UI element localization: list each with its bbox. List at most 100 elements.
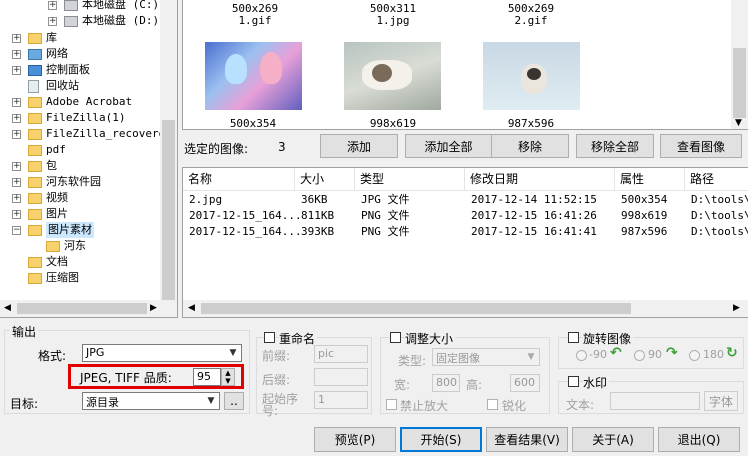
rotate-checkbox[interactable] — [568, 332, 579, 343]
tree-item[interactable]: + 本地磁盘 (D:) — [0, 13, 159, 29]
height-input[interactable]: 600 — [510, 374, 540, 392]
remove-all-button[interactable]: 移除全部 — [576, 134, 654, 158]
tree-item[interactable]: + Adobe Acrobat — [0, 94, 158, 110]
font-button[interactable]: 字体 — [704, 391, 738, 411]
watermark-checkbox[interactable] — [568, 376, 579, 387]
expand-icon[interactable]: + — [48, 17, 57, 26]
tree-item[interactable]: 回收站 — [0, 78, 158, 94]
expand-icon[interactable]: + — [12, 178, 21, 187]
scroll-right-icon[interactable]: ▶ — [733, 303, 740, 313]
start-number-input[interactable]: 1 — [314, 391, 368, 409]
expand-icon[interactable]: + — [12, 66, 21, 75]
scroll-left-icon[interactable]: ◀ — [188, 303, 195, 313]
table-row[interactable]: 2017-12-15_164... 811KB PNG 文件 2017-12-15 1… — [183, 208, 748, 224]
file-list[interactable]: 名称 大小 类型 修改日期 属性 路径 2.jpg 36KB JPG 文件 2017-… — [182, 167, 748, 318]
tree-item[interactable]: + 河东软件园 — [0, 174, 158, 190]
expand-icon[interactable]: + — [12, 114, 21, 123]
format-select[interactable]: JPG ▼ — [82, 344, 242, 362]
add-button[interactable]: 添加 — [320, 134, 398, 158]
tree-item[interactable]: + 网络 — [0, 46, 158, 62]
rotate-90-radio[interactable] — [634, 350, 645, 361]
preview-button[interactable]: 预览(P) — [314, 427, 396, 452]
expand-icon[interactable]: + — [12, 162, 21, 171]
table-row[interactable]: 2017-12-15_164... 393KB PNG 文件 2017-12-15 1… — [183, 224, 748, 240]
tree-item[interactable]: 压缩图 — [0, 270, 158, 286]
rotate-180-radio[interactable] — [689, 350, 700, 361]
column-header-type[interactable]: 类型 — [355, 168, 465, 190]
format-value: JPG — [86, 346, 105, 359]
expand-icon[interactable]: + — [12, 130, 21, 139]
filelist-hscrollbar[interactable]: ◀ ▶ — [183, 300, 748, 317]
tree-item[interactable]: 文档 — [0, 254, 158, 270]
tree-hscrollbar[interactable]: ◀ ▶ — [0, 300, 177, 317]
expand-icon[interactable]: + — [12, 98, 21, 107]
collapse-icon[interactable]: − — [12, 226, 21, 235]
start-button[interactable]: 开始(S) — [400, 427, 482, 452]
tree-item[interactable]: + 本地磁盘 (C:) — [0, 0, 159, 13]
rotate-minus90-radio[interactable] — [576, 350, 587, 361]
scroll-left-icon[interactable]: ◀ — [4, 303, 11, 313]
thumb-scroll-thumb[interactable] — [733, 48, 746, 118]
add-all-button[interactable]: 添加全部 — [405, 134, 492, 158]
view-image-button[interactable]: 查看图像 — [660, 134, 742, 158]
tree-item[interactable]: + FileZilla_recovered — [0, 126, 172, 142]
table-cell: 2017-12-15 16:41:26 — [471, 209, 597, 222]
thumbnail-dog[interactable] — [344, 42, 441, 110]
resize-checkbox[interactable] — [390, 332, 401, 343]
scroll-down-icon[interactable]: ▼ — [735, 118, 742, 128]
tree-item-label: 压缩图 — [46, 271, 79, 284]
stepper-up-icon[interactable]: ▲ — [222, 369, 234, 377]
tree-item[interactable]: 河东 — [0, 238, 158, 254]
tree-item[interactable]: + 包 — [0, 158, 158, 174]
expand-icon[interactable]: + — [12, 194, 21, 203]
folder-tree[interactable]: + 本地磁盘 (C:) + 本地磁盘 (D:) + 库 + 网络 + 控制面板 回收站 + Adobe … — [0, 0, 178, 318]
stepper-down-icon[interactable]: ▼ — [222, 377, 234, 385]
thumb-size: 500x354 — [229, 117, 277, 130]
remove-button[interactable]: 移除 — [491, 134, 569, 158]
browse-button[interactable]: .. — [224, 392, 244, 410]
column-header-attr[interactable]: 属性 — [615, 168, 685, 190]
thumb-name: 1.gif — [238, 14, 272, 27]
scroll-right-icon[interactable]: ▶ — [150, 303, 157, 313]
tree-item[interactable]: − 图片素材 — [0, 222, 158, 238]
about-button[interactable]: 关于(A) — [572, 427, 654, 452]
thumbnail-puppy[interactable] — [483, 42, 580, 110]
column-header-path[interactable]: 路径 — [685, 168, 748, 190]
tree-item[interactable]: + 图片 — [0, 206, 158, 222]
expand-icon[interactable]: + — [12, 210, 21, 219]
width-input[interactable]: 800 — [432, 374, 460, 392]
target-select[interactable]: 源目录 ▼ — [82, 392, 220, 410]
exit-button[interactable]: 退出(Q) — [658, 427, 740, 452]
filelist-hscroll-thumb[interactable] — [201, 303, 631, 314]
tree-item[interactable]: pdf — [0, 142, 158, 158]
tree-item[interactable]: + 库 — [0, 30, 158, 46]
quality-input[interactable]: 95 — [193, 368, 221, 386]
column-header-date[interactable]: 修改日期 — [465, 168, 615, 190]
thumbnail-pane[interactable]: 500x269 1.gif 500x311 1.jpg 500x269 2.gi… — [182, 0, 748, 130]
column-header-name[interactable]: 名称 — [183, 168, 295, 190]
tree-scroll-thumb[interactable] — [162, 120, 175, 300]
tree-scrollbar[interactable] — [160, 0, 177, 300]
view-results-button[interactable]: 查看结果(V) — [486, 427, 568, 452]
expand-icon[interactable]: + — [12, 50, 21, 59]
prefix-input[interactable]: pic — [314, 345, 368, 363]
suffix-input[interactable] — [314, 368, 368, 386]
quality-stepper[interactable]: ▲ ▼ — [221, 368, 235, 386]
tree-hscroll-thumb[interactable] — [17, 303, 147, 314]
sharpen-checkbox[interactable] — [487, 399, 498, 410]
resize-type-select[interactable]: 固定图像 ▼ — [432, 348, 540, 366]
table-row[interactable]: 2.jpg 36KB JPG 文件 2017-12-14 11:52:15 500x35… — [183, 192, 748, 208]
tree-item[interactable]: + FileZilla(1) — [0, 110, 158, 126]
column-header-size[interactable]: 大小 — [295, 168, 355, 190]
tree-item[interactable]: + 控制面板 — [0, 62, 158, 78]
expand-icon[interactable]: + — [48, 1, 57, 10]
table-cell: 393KB — [301, 225, 335, 238]
watermark-text-input[interactable] — [610, 392, 700, 410]
expand-icon[interactable]: + — [12, 34, 21, 43]
tree-item[interactable]: + 视频 — [0, 190, 158, 206]
no-enlarge-checkbox[interactable] — [386, 399, 397, 410]
folder-icon — [28, 113, 42, 124]
thumbnail-anime[interactable] — [205, 42, 302, 110]
thumb-scrollbar[interactable]: ▼ — [731, 0, 748, 129]
rename-checkbox[interactable] — [264, 332, 275, 343]
